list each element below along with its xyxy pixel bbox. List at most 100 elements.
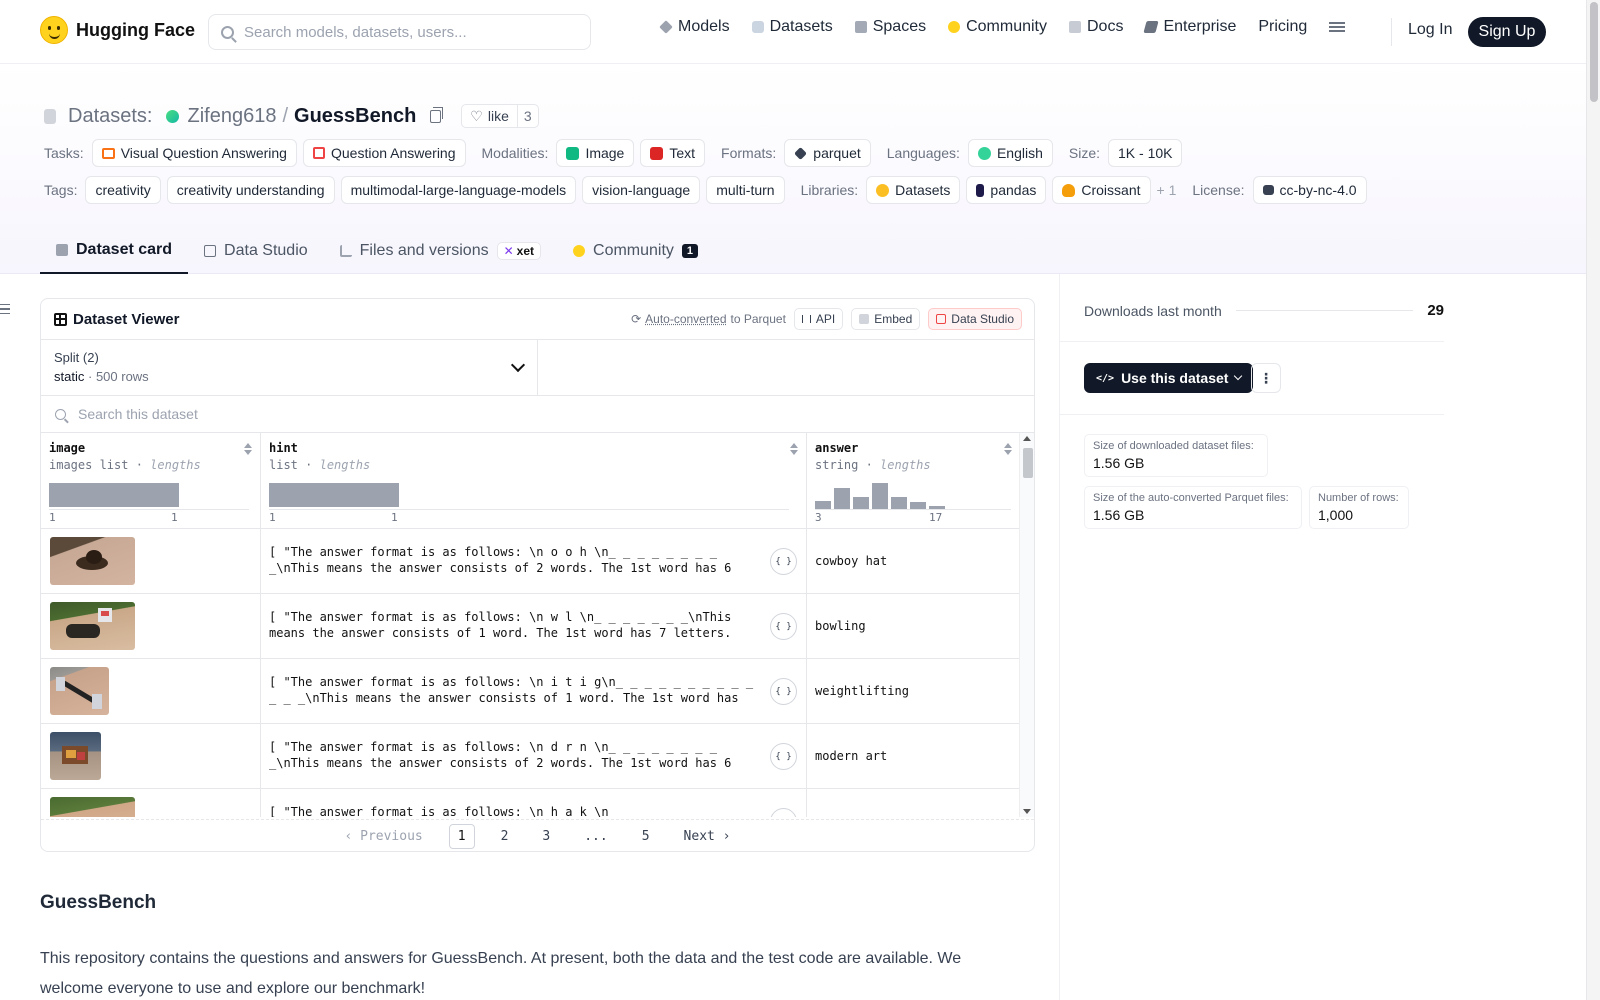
- column-header-hint[interactable]: hint list · lengths 1 1: [261, 433, 807, 529]
- enterprise-icon: [1143, 21, 1160, 33]
- auto-converted-link[interactable]: Auto-converted: [645, 312, 726, 326]
- scrollbar-thumb[interactable]: [1023, 448, 1033, 478]
- table-scrollbar[interactable]: [1019, 433, 1034, 817]
- globe-icon: [977, 146, 991, 160]
- sort-icon[interactable]: [244, 443, 252, 455]
- page-button[interactable]: 5: [634, 825, 658, 848]
- nav-datasets[interactable]: Datasets: [751, 18, 833, 36]
- modality-tag[interactable]: Text: [640, 139, 706, 167]
- task-tag[interactable]: Visual Question Answering: [91, 139, 297, 167]
- like-button[interactable]: ♡ like 3: [461, 104, 539, 128]
- split-selector[interactable]: Split (2) static · 500 rows: [41, 340, 538, 396]
- page-button[interactable]: 3: [534, 825, 558, 848]
- tab-community[interactable]: Community 1: [557, 228, 714, 274]
- repo-owner[interactable]: Zifeng618: [187, 105, 276, 128]
- histogram-bar: [815, 501, 831, 509]
- image-thumbnail[interactable]: [50, 732, 101, 780]
- use-dataset-button[interactable]: </> Use this dataset: [1084, 363, 1254, 393]
- image-thumbnail[interactable]: [50, 602, 135, 650]
- topic-tag[interactable]: multimodal-large-language-models: [340, 176, 577, 204]
- column-stat: lengths: [319, 458, 371, 472]
- nav-spaces[interactable]: Spaces: [854, 18, 926, 36]
- brand-logo[interactable]: Hugging Face: [40, 16, 195, 44]
- table-row[interactable]: [ "The answer format is as follows: \n w…: [41, 594, 1021, 659]
- expand-json-icon[interactable]: { }: [770, 548, 797, 575]
- search-icon: [221, 25, 234, 39]
- page-scrollbar[interactable]: [1586, 0, 1600, 1000]
- nav-divider: [1391, 18, 1392, 46]
- expand-json-icon[interactable]: { }: [770, 678, 797, 705]
- page-scrollbar-thumb[interactable]: [1590, 2, 1598, 102]
- code-icon: </>: [1096, 372, 1115, 384]
- table-row[interactable]: [ "The answer format is as follows: \n o…: [41, 529, 1021, 594]
- expand-json-icon[interactable]: { }: [770, 743, 797, 770]
- column-header-image[interactable]: image images list · lengths 1 1: [41, 433, 261, 529]
- signup-button[interactable]: Sign Up: [1468, 17, 1546, 47]
- topic-tag[interactable]: vision-language: [582, 176, 701, 204]
- dataset-search-input[interactable]: Search this dataset: [41, 396, 1034, 433]
- nav-enterprise[interactable]: Enterprise: [1143, 18, 1236, 36]
- nav-pricing[interactable]: Pricing: [1258, 18, 1307, 36]
- datasets-library-icon: [876, 183, 890, 197]
- scroll-up-icon[interactable]: [1023, 436, 1031, 441]
- data-studio-button[interactable]: Data Studio: [928, 308, 1022, 330]
- previous-page-button[interactable]: ‹ Previous: [336, 825, 430, 848]
- sort-icon[interactable]: [1004, 443, 1012, 455]
- topic-tag[interactable]: multi-turn: [706, 176, 785, 204]
- language-tag[interactable]: English: [967, 139, 1053, 167]
- libraries-more[interactable]: + 1: [1157, 182, 1177, 198]
- image-thumbnail[interactable]: [50, 667, 109, 715]
- question-answering-icon: [312, 147, 325, 159]
- sort-icon[interactable]: [790, 443, 798, 455]
- nav-more-menu[interactable]: [1329, 22, 1346, 32]
- page-button[interactable]: 2: [493, 825, 517, 848]
- api-button[interactable]: API: [793, 308, 844, 330]
- histogram-min: 3: [815, 511, 822, 524]
- embed-button[interactable]: Embed: [851, 308, 921, 330]
- table-row[interactable]: [ "The answer format is as follows: \n i…: [41, 659, 1021, 724]
- tab-files-and-versions[interactable]: Files and versions ✕ xet: [324, 228, 557, 274]
- sidebar-toggle-icon[interactable]: [0, 304, 10, 314]
- column-header-answer[interactable]: answer string · lengths 3 17: [807, 433, 1021, 529]
- pagination: ‹ Previous 1 2 3 ... 5 Next ›: [41, 819, 1034, 851]
- use-dataset-label: Use this dataset: [1121, 370, 1229, 386]
- size-tag[interactable]: 1K - 10K: [1108, 139, 1183, 167]
- library-tag[interactable]: Croissant: [1052, 176, 1151, 204]
- global-search-input[interactable]: Search models, datasets, users...: [208, 14, 591, 50]
- login-link[interactable]: Log In: [1408, 21, 1452, 39]
- page-button[interactable]: 1: [448, 824, 475, 849]
- expand-json-icon[interactable]: { }: [770, 808, 797, 817]
- topic-tag[interactable]: creativity understanding: [166, 176, 335, 204]
- table-row[interactable]: [ "The answer format is as follows: \n h…: [41, 789, 1021, 817]
- sidebar-divider: [1060, 414, 1444, 415]
- license-tag[interactable]: cc-by-nc-4.0: [1252, 176, 1367, 204]
- more-options-button[interactable]: ⋮: [1251, 363, 1281, 393]
- next-page-button[interactable]: Next ›: [676, 825, 739, 848]
- nav-docs[interactable]: Docs: [1069, 18, 1123, 36]
- tab-data-studio-label: Data Studio: [224, 242, 308, 259]
- xet-badge-label: xet: [516, 244, 535, 258]
- image-thumbnail[interactable]: [50, 797, 135, 817]
- table-row[interactable]: [ "The answer format is as follows: \n d…: [41, 724, 1021, 789]
- scroll-down-icon[interactable]: [1023, 809, 1031, 814]
- next-label: Next: [683, 829, 715, 844]
- histogram-max: 17: [929, 511, 943, 524]
- modality-tag[interactable]: Image: [556, 139, 635, 167]
- repo-name[interactable]: GuessBench: [294, 105, 416, 128]
- tab-dataset-card[interactable]: Dataset card: [40, 228, 189, 274]
- topic-tag[interactable]: creativity: [85, 176, 161, 204]
- library-tag[interactable]: Datasets: [866, 176, 961, 204]
- xet-icon: ✕: [503, 244, 514, 258]
- tab-data-studio[interactable]: Data Studio: [188, 228, 324, 274]
- downloaded-size-label: Size of downloaded dataset files:: [1093, 440, 1254, 452]
- repo-type-label[interactable]: Datasets:: [68, 105, 152, 128]
- nav-models[interactable]: Models: [659, 18, 730, 36]
- task-tag[interactable]: Question Answering: [302, 139, 466, 167]
- nav-community[interactable]: Community: [948, 18, 1047, 36]
- library-tag[interactable]: pandas: [966, 176, 1047, 204]
- image-thumbnail[interactable]: [50, 537, 135, 585]
- viewer-title: Dataset Viewer: [54, 311, 179, 328]
- copy-icon[interactable]: [430, 106, 444, 123]
- format-tag[interactable]: parquet: [784, 139, 871, 167]
- expand-json-icon[interactable]: { }: [770, 613, 797, 640]
